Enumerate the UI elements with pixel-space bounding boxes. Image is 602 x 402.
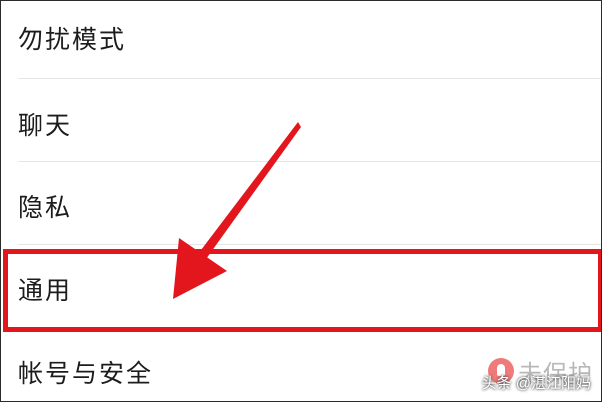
settings-item-general[interactable]: 通用 <box>1 248 601 330</box>
watermark: 头条 @湛江阳妈 <box>481 375 591 392</box>
screenshot-frame: 勿扰模式 聊天 隐私 通用 帐号与安全 未保护 头条 @湛江阳妈 <box>0 0 602 402</box>
settings-item-chat[interactable]: 聊天 <box>1 83 601 165</box>
divider <box>18 78 601 79</box>
settings-item-label: 帐号与安全 <box>18 359 154 388</box>
divider <box>18 244 601 245</box>
settings-list: 勿扰模式 聊天 隐私 通用 帐号与安全 未保护 <box>1 1 601 401</box>
settings-item-privacy[interactable]: 隐私 <box>1 165 601 247</box>
settings-item-label: 通用 <box>18 276 73 305</box>
settings-item-label: 隐私 <box>18 193 73 222</box>
settings-item-label: 勿扰模式 <box>18 25 127 54</box>
settings-item-do-not-disturb[interactable]: 勿扰模式 <box>1 1 601 79</box>
settings-item-label: 聊天 <box>18 111 73 140</box>
divider <box>18 161 601 162</box>
